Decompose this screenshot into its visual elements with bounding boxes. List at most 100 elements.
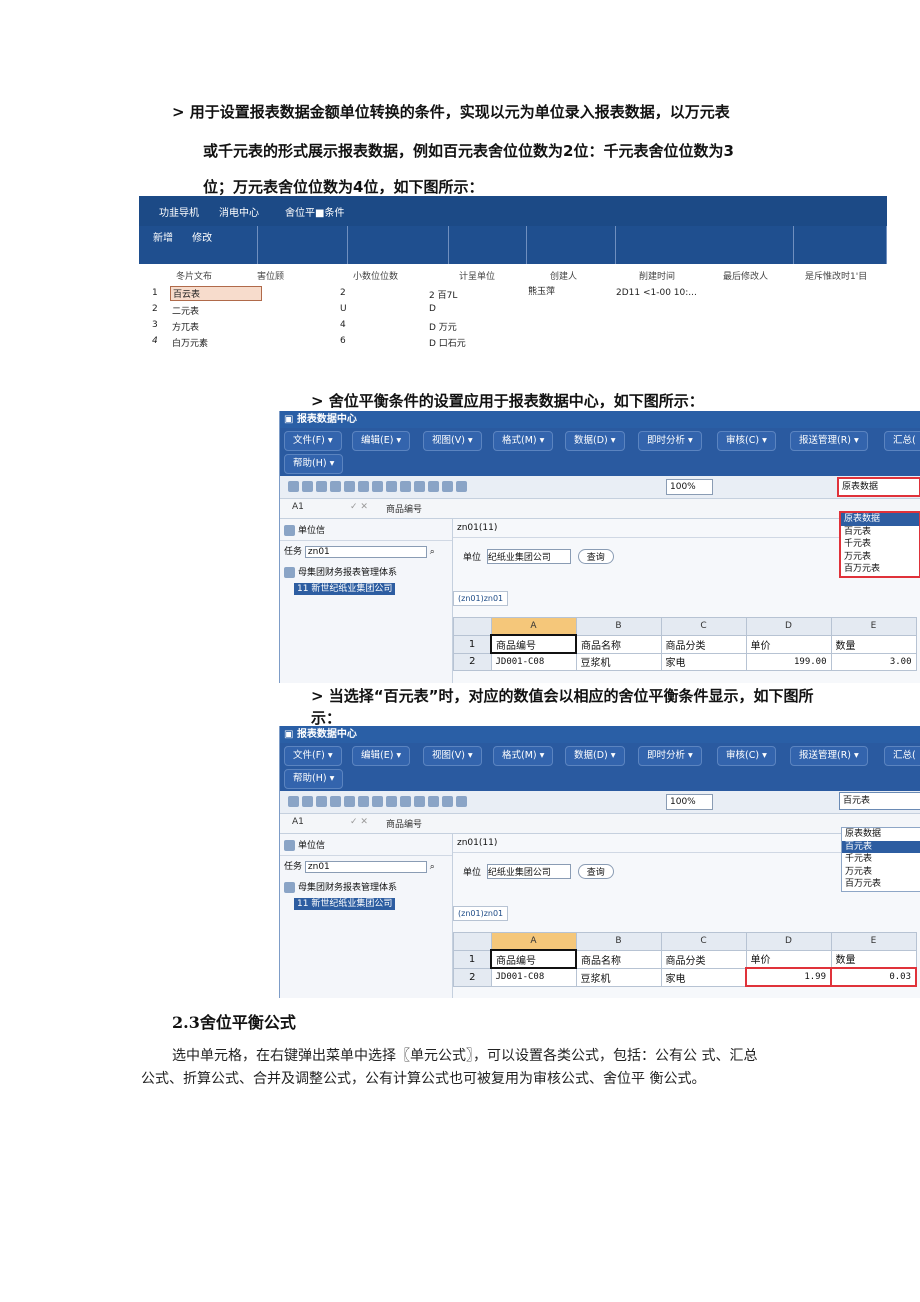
cell-c2[interactable]: 家电 [660, 652, 747, 671]
copy-icon[interactable] [386, 481, 397, 492]
menu-edit[interactable]: 编辑(E) ▾ [352, 431, 411, 451]
formula-value[interactable]: 商品编号 [386, 502, 422, 515]
option-original[interactable]: 原表数据 [841, 513, 919, 526]
cell-b1[interactable]: 商品名称 [575, 949, 662, 969]
cell-ref[interactable]: A1 [292, 817, 304, 827]
save-all-icon[interactable] [302, 481, 313, 492]
format-brush-icon[interactable] [414, 796, 425, 807]
option-ten-thousand[interactable]: 万元表 [841, 551, 919, 564]
undo-icon[interactable] [428, 481, 439, 492]
menu-summary[interactable]: 汇总( [884, 746, 920, 766]
search-icon[interactable]: ⌕ [430, 547, 435, 557]
menu-help[interactable]: 帮助(H) ▾ [284, 454, 344, 474]
cell-d1[interactable]: 单价 [745, 634, 832, 654]
col-header-a[interactable]: A [490, 932, 577, 951]
cell-e2[interactable]: 0.03 [830, 967, 917, 987]
option-million[interactable]: 百万元表 [841, 563, 919, 576]
cell-d2[interactable]: 199.00 [745, 652, 832, 671]
table-row[interactable]: 1 百云表 2 2 百7L 熊玉萍 2D11 <1-00 10:... [139, 286, 887, 302]
display-mode-select[interactable]: 百元表 [839, 792, 920, 810]
search-icon[interactable]: ⌕ [430, 862, 435, 872]
save-icon[interactable] [288, 481, 299, 492]
cell-d1[interactable]: 单价 [745, 949, 832, 969]
sheet-tab[interactable]: (zn01)zn01 [453, 591, 509, 606]
undo-icon[interactable] [428, 796, 439, 807]
find-icon[interactable] [456, 796, 467, 807]
cell-a2[interactable]: JD001-C08 [490, 652, 577, 671]
save-all-icon[interactable] [302, 796, 313, 807]
unit-input[interactable]: 纪纸业集团公司 [486, 549, 571, 564]
table-row[interactable]: 3 方兀表 4 D 万元 [139, 318, 887, 334]
col-header-a[interactable]: A [490, 617, 577, 636]
preview-icon[interactable] [358, 796, 369, 807]
redo-icon[interactable] [442, 481, 453, 492]
menu-help[interactable]: 帮助(H) ▾ [284, 769, 344, 789]
menu-audit[interactable]: 审核(C) ▾ [717, 746, 776, 766]
cell-e1[interactable]: 数量 [830, 634, 917, 654]
edit-button[interactable]: 修改 [186, 221, 220, 244]
unit-input[interactable]: 纪纸业集团公司 [486, 864, 571, 879]
cell-b2[interactable]: 豆浆机 [575, 652, 662, 671]
redo-icon[interactable] [442, 796, 453, 807]
task-input[interactable]: zn01 [304, 546, 427, 558]
cell-a1[interactable]: 商品编号 [490, 634, 577, 654]
print-icon[interactable] [344, 481, 355, 492]
menu-file[interactable]: 文件(F) ▾ [284, 746, 342, 766]
option-thousand[interactable]: 千元表 [842, 853, 920, 866]
menu-report[interactable]: 报送管理(R) ▾ [790, 746, 868, 766]
paste-icon[interactable] [400, 481, 411, 492]
menu-view[interactable]: 视图(V) ▾ [423, 431, 482, 451]
menu-report[interactable]: 报送管理(R) ▾ [790, 431, 868, 451]
option-hundred[interactable]: 百元表 [842, 840, 920, 853]
menu-edit[interactable]: 编辑(E) ▾ [352, 746, 411, 766]
cell-e1[interactable]: 数量 [830, 949, 917, 969]
menu-view[interactable]: 视图(V) ▾ [423, 746, 482, 766]
col-header-b[interactable]: B [575, 617, 662, 636]
zoom-select[interactable]: 100% [666, 794, 713, 810]
cell-c2[interactable]: 家电 [660, 967, 747, 987]
col-header-e[interactable]: E [830, 617, 917, 636]
col-header-c[interactable]: C [660, 932, 747, 951]
nav-item-functions[interactable]: 功韭导机 [159, 204, 199, 219]
menu-data[interactable]: 数据(D) ▾ [565, 431, 625, 451]
cell-b2[interactable]: 豆浆机 [575, 967, 662, 987]
cell-e2[interactable]: 3.00 [830, 652, 917, 671]
option-thousand[interactable]: 千元表 [841, 538, 919, 551]
cell-c1[interactable]: 商品分类 [660, 634, 747, 654]
copy-icon[interactable] [386, 796, 397, 807]
tree-root[interactable]: 母集团财务报表管理体系 [298, 568, 397, 578]
save-icon[interactable] [288, 796, 299, 807]
display-mode-select[interactable]: 原表数据 [837, 477, 920, 497]
col-header-b[interactable]: B [575, 932, 662, 951]
open-icon[interactable] [330, 481, 341, 492]
export-icon[interactable] [316, 796, 327, 807]
query-button[interactable]: 查询 [577, 864, 614, 879]
cell-b1[interactable]: 商品名称 [575, 634, 662, 654]
menu-audit[interactable]: 审核(C) ▾ [717, 431, 776, 451]
format-brush-icon[interactable] [414, 481, 425, 492]
menu-analysis[interactable]: 即时分析 ▾ [638, 746, 702, 766]
cell-d2[interactable]: 1.99 [745, 967, 832, 987]
nav-item-messages[interactable]: 消电中心 [219, 204, 259, 219]
menu-format[interactable]: 格式(M) ▾ [493, 431, 554, 451]
cell-ref[interactable]: A1 [292, 502, 304, 512]
sheet-tab[interactable]: (zn01)zn01 [453, 906, 509, 921]
formula-value[interactable]: 商品编号 [386, 817, 422, 830]
table-row[interactable]: 4 白万元素 6 D 口石元 [139, 334, 887, 350]
tree-root[interactable]: 母集团财务报表管理体系 [298, 883, 397, 893]
tree-child-selected[interactable]: 11 新世纪纸业集团公司 [294, 583, 396, 595]
cut-icon[interactable] [372, 481, 383, 492]
nav-item-rounding-conditions[interactable]: 舍位平■条件 [285, 204, 344, 219]
col-header-d[interactable]: D [745, 617, 832, 636]
option-original[interactable]: 原表数据 [842, 828, 920, 841]
export-icon[interactable] [316, 481, 327, 492]
cell-c1[interactable]: 商品分类 [660, 949, 747, 969]
open-icon[interactable] [330, 796, 341, 807]
cell-a1[interactable]: 商品编号 [490, 949, 577, 969]
print-icon[interactable] [344, 796, 355, 807]
tree-child-selected[interactable]: 11 新世纪纸业集团公司 [294, 898, 396, 910]
menu-file[interactable]: 文件(F) ▾ [284, 431, 342, 451]
menu-summary[interactable]: 汇总( [884, 431, 920, 451]
task-input[interactable]: zn01 [304, 861, 427, 873]
table-row[interactable]: 2 二元表 U D [139, 302, 887, 318]
